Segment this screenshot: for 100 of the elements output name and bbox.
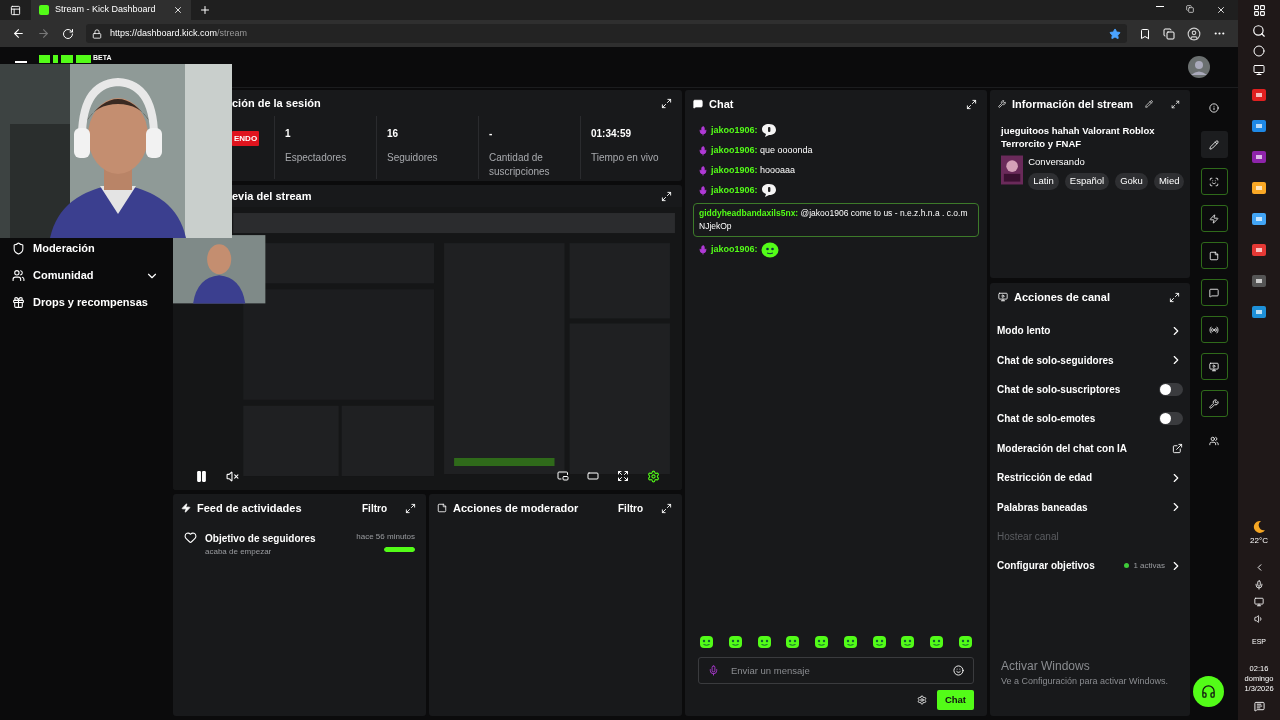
tag-chip[interactable]: Español xyxy=(1064,173,1110,190)
logo-icon[interactable] xyxy=(39,55,91,63)
pip-icon[interactable] xyxy=(557,470,569,482)
emote-icon[interactable] xyxy=(929,635,945,649)
tag-chip[interactable]: Latin xyxy=(1028,173,1059,190)
fullscreen-icon[interactable] xyxy=(617,470,629,482)
volume-icon[interactable] xyxy=(1254,613,1264,624)
sidebar-item[interactable]: Comunidad xyxy=(12,262,173,289)
browser-tab[interactable]: Stream - Kick Dashboard xyxy=(31,0,191,20)
mute-icon[interactable] xyxy=(226,469,239,483)
event-title: Objetivo de seguidores xyxy=(205,532,317,546)
app-icon[interactable] xyxy=(1251,87,1267,103)
favorites-icon[interactable] xyxy=(1139,27,1151,40)
filter-link[interactable]: Filtro xyxy=(618,500,643,516)
panel-title: Acciones de canal xyxy=(1014,289,1110,305)
wrench-icon xyxy=(998,99,1007,109)
sidebar-item[interactable]: Moderación xyxy=(12,235,173,262)
mic-icon xyxy=(708,665,719,676)
dock-button[interactable] xyxy=(1200,316,1228,343)
expand-icon[interactable] xyxy=(405,502,416,514)
cortana-icon[interactable] xyxy=(1253,45,1265,57)
emote-icon[interactable] xyxy=(842,635,858,649)
dock-button[interactable] xyxy=(1200,168,1228,195)
chat-icon xyxy=(1209,287,1219,298)
toggle-switch[interactable] xyxy=(1159,412,1183,426)
notifications-icon[interactable] xyxy=(1253,701,1265,712)
external-link-icon[interactable] xyxy=(1172,442,1183,454)
toggle-switch[interactable] xyxy=(1159,382,1183,396)
favorite-icon[interactable] xyxy=(1109,27,1121,40)
expand-icon[interactable] xyxy=(966,98,977,110)
expand-icon[interactable] xyxy=(661,502,672,514)
emote-icon[interactable] xyxy=(727,635,743,649)
stat-label: Tiempo en vivo xyxy=(591,151,660,165)
profile-icon[interactable] xyxy=(1187,26,1201,41)
emote-icon[interactable] xyxy=(871,635,887,649)
windows-start-icon[interactable] xyxy=(1252,4,1266,17)
theater-icon[interactable] xyxy=(587,470,599,482)
emote-icon[interactable] xyxy=(957,635,973,649)
dock-button[interactable] xyxy=(1200,353,1228,380)
search-icon[interactable] xyxy=(1252,24,1266,38)
avatar-icon[interactable] xyxy=(1188,56,1210,78)
dock-button[interactable] xyxy=(1200,390,1228,417)
support-button[interactable] xyxy=(1193,676,1224,707)
action-label: Palabras baneadas xyxy=(997,500,1088,515)
emote-icon[interactable] xyxy=(814,635,830,649)
pause-icon[interactable] xyxy=(195,469,208,483)
expand-icon[interactable] xyxy=(661,98,672,109)
live-badge: ENDO xyxy=(232,131,260,146)
close-icon[interactable] xyxy=(173,5,183,15)
note-icon xyxy=(1209,250,1219,261)
app-icon[interactable] xyxy=(1251,118,1267,134)
app-icon[interactable] xyxy=(1251,242,1267,258)
close-icon[interactable] xyxy=(1216,5,1226,15)
tag-chip[interactable]: Goku xyxy=(1115,173,1148,190)
chat-message: jakoo1906: que oooonda xyxy=(711,143,813,157)
broadcast-icon xyxy=(1209,324,1219,335)
emote-icon[interactable] xyxy=(785,635,801,649)
weather-text: 22°C xyxy=(1250,534,1268,547)
dock-button[interactable] xyxy=(1200,205,1228,232)
people-icon xyxy=(1209,435,1219,446)
panel-title: Chat xyxy=(709,96,734,112)
forward-icon[interactable] xyxy=(37,27,50,40)
app-icon[interactable] xyxy=(1251,180,1267,196)
message-field[interactable]: Enviar un mensaje xyxy=(698,657,974,684)
stat-value: 01:34:59 xyxy=(591,127,633,141)
tab-actions-icon[interactable] xyxy=(10,4,21,16)
back-icon[interactable] xyxy=(12,27,25,40)
reload-icon[interactable] xyxy=(62,27,74,40)
expand-icon[interactable] xyxy=(1171,98,1180,110)
stat-label: Seguidores xyxy=(387,151,439,165)
collections-icon[interactable] xyxy=(1163,27,1175,40)
scan-icon xyxy=(1209,176,1219,187)
dock-button[interactable] xyxy=(1200,242,1228,269)
filter-link[interactable]: Filtro xyxy=(362,500,387,516)
address-bar[interactable]: https://dashboard.kick.com/stream xyxy=(86,24,1127,43)
app-icon[interactable] xyxy=(1251,211,1267,227)
action-label: Hostear canal xyxy=(997,529,1059,544)
settings-icon[interactable] xyxy=(647,469,660,483)
app-icon[interactable] xyxy=(1251,273,1267,289)
dock-button[interactable] xyxy=(1200,279,1228,306)
emote-icon[interactable] xyxy=(756,635,772,649)
dock-button[interactable] xyxy=(1200,131,1228,158)
send-button[interactable]: Chat xyxy=(936,690,974,710)
expand-icon[interactable] xyxy=(661,190,672,202)
mic-icon[interactable] xyxy=(1254,579,1264,590)
new-tab-icon[interactable] xyxy=(199,4,211,16)
action-label: Chat de solo-suscriptores xyxy=(997,382,1121,397)
emote-icon[interactable] xyxy=(699,635,714,649)
sidebar-item[interactable]: Drops y recompensas xyxy=(12,289,173,316)
emoji-icon[interactable] xyxy=(953,665,964,676)
app-icon[interactable] xyxy=(1251,149,1267,165)
task-view-icon[interactable] xyxy=(1253,64,1265,76)
expand-icon[interactable] xyxy=(1169,291,1180,303)
app-icon[interactable] xyxy=(1251,304,1267,320)
restore-icon[interactable] xyxy=(1186,5,1194,13)
tag-chip[interactable]: Mied xyxy=(1153,173,1185,190)
edit-icon[interactable] xyxy=(1145,99,1154,109)
action-label: Restricción de edad xyxy=(997,471,1093,486)
emote-icon[interactable] xyxy=(900,635,916,649)
category-name: Conversando xyxy=(1028,155,1086,169)
